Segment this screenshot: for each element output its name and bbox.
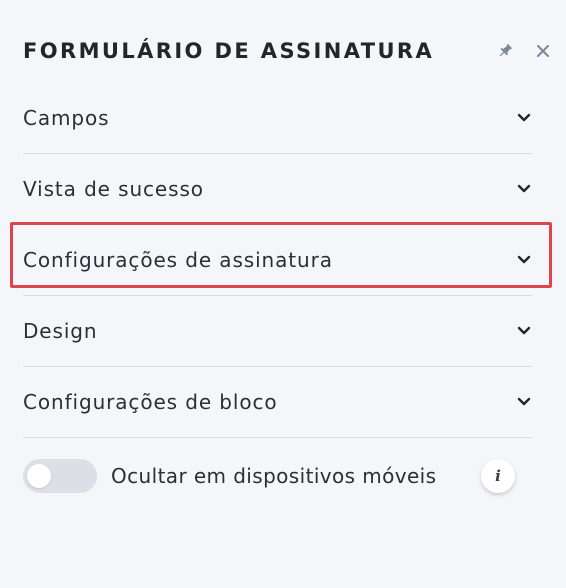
chevron-down-icon xyxy=(517,326,531,336)
section-label: Configurações de bloco xyxy=(23,390,278,414)
section-label: Configurações de assinatura xyxy=(23,248,333,272)
hide-on-mobile-label: Ocultar em dispositivos móveis xyxy=(111,464,437,488)
section-configuracoes-de-assinatura[interactable]: Configurações de assinatura xyxy=(23,225,532,296)
section-design[interactable]: Design xyxy=(23,296,532,367)
info-icon[interactable]: i xyxy=(481,459,515,493)
section-configuracoes-de-bloco[interactable]: Configurações de bloco xyxy=(23,367,532,438)
section-campos[interactable]: Campos xyxy=(23,83,532,154)
hide-on-mobile-row: Ocultar em dispositivos móveis i xyxy=(23,455,515,497)
toggle-knob xyxy=(27,464,51,488)
chevron-down-icon xyxy=(517,397,531,407)
close-icon[interactable] xyxy=(534,42,552,60)
chevron-down-icon xyxy=(517,255,531,265)
info-glyph: i xyxy=(495,467,501,485)
section-label: Campos xyxy=(23,106,110,130)
header-actions xyxy=(496,42,552,60)
chevron-down-icon xyxy=(517,184,531,194)
panel-header: FORMULÁRIO DE ASSINATURA xyxy=(23,36,552,66)
section-vista-de-sucesso[interactable]: Vista de sucesso xyxy=(23,154,532,225)
pin-icon[interactable] xyxy=(496,42,514,60)
chevron-down-icon xyxy=(517,113,531,123)
block-settings-panel: FORMULÁRIO DE ASSINATURA Campos Vista de… xyxy=(0,0,566,588)
section-label: Vista de sucesso xyxy=(23,177,204,201)
section-label: Design xyxy=(23,319,98,343)
accordion-sections: Campos Vista de sucesso Configurações de… xyxy=(23,83,532,438)
hide-on-mobile-toggle[interactable] xyxy=(23,459,97,493)
panel-title: FORMULÁRIO DE ASSINATURA xyxy=(23,39,435,63)
